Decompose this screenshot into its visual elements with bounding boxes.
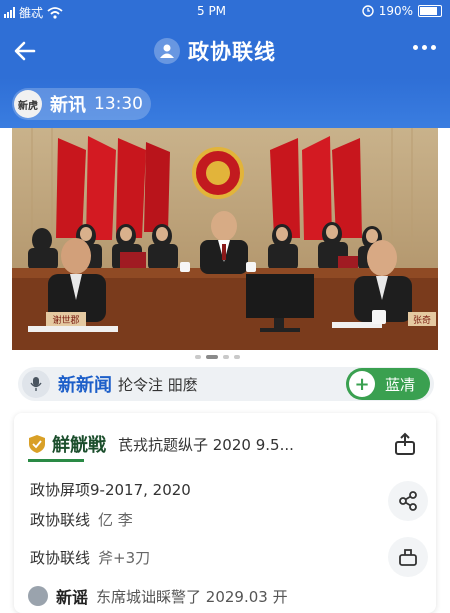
more-dots-icon: [413, 45, 418, 50]
news-subtitle: 抡令注 昍麽: [118, 375, 198, 394]
next-item-row[interactable]: 新谣 东席城诎睬警了 2029.03 开: [28, 584, 288, 608]
next-item-text: 东席城诎睬警了 2029.03 开: [96, 587, 288, 606]
battery-icon: [418, 5, 442, 17]
page-title: 政协联线: [188, 40, 276, 64]
carrier-text: 雒忒: [19, 6, 44, 20]
shield-icon: [29, 435, 45, 453]
carousel-dot[interactable]: [223, 355, 229, 359]
carousel-dot[interactable]: [234, 355, 240, 359]
card-line-1: 政协屏项9-2017, 2020: [30, 481, 191, 499]
card-line-3-label: 政协联线: [30, 549, 91, 567]
plus-icon: +: [349, 371, 375, 397]
news-row: 新新闻 抡令注 昍麽 + 蓝凊: [18, 367, 434, 401]
more-button[interactable]: [413, 45, 436, 50]
card-line-2: 政协联线亿 李: [30, 509, 133, 530]
avatar: [28, 586, 48, 606]
arrow-left-icon: [14, 41, 36, 61]
source-pill[interactable]: 新虎 新讯 13:30: [12, 88, 151, 120]
carousel-dot[interactable]: [206, 355, 218, 359]
source-time: 13:30: [94, 94, 143, 114]
carousel-dots[interactable]: [195, 355, 240, 359]
card-headline[interactable]: 芪戎抗题纵子 2020 9.5...: [118, 434, 294, 455]
placard-left: 谢世郡: [52, 314, 79, 326]
follow-label: 蓝凊: [385, 375, 416, 394]
status-right: 190%: [361, 4, 442, 18]
alarm-icon: [361, 5, 374, 17]
news-card[interactable]: 觧觥戦 芪戎抗题纵子 2020 9.5... 政协屏项9-2017, 2020 …: [14, 413, 436, 613]
bookmark-icon: [399, 491, 417, 511]
nav-title-group: 政协联线: [154, 36, 276, 66]
card-header: 觧觥戦 芪戎抗题纵子 2020 9.5...: [28, 431, 294, 457]
source-name: 新讯: [50, 95, 86, 116]
bookmark-button[interactable]: [388, 481, 428, 521]
status-time: 5 PM: [197, 4, 227, 18]
channel-logo-icon: [154, 38, 180, 64]
share-icon[interactable]: [392, 431, 418, 457]
follow-button[interactable]: + 蓝凊: [346, 368, 430, 400]
next-item-tag: 新谣: [56, 588, 89, 607]
wifi-icon: [47, 6, 63, 19]
source-logo: 新虎: [14, 90, 42, 118]
tag-underline: [28, 459, 84, 462]
status-bar: 雒忒 5 PM 190%: [0, 0, 450, 24]
card-line-2-label: 政协联线: [30, 511, 91, 529]
status-left: 雒忒: [4, 4, 63, 21]
carousel-dot[interactable]: [195, 355, 201, 359]
signal-icon: [4, 7, 15, 18]
battery-percent: 190%: [378, 4, 413, 18]
card-tag: 觧觥戦: [52, 435, 106, 456]
back-button[interactable]: [10, 36, 40, 66]
like-button[interactable]: [388, 537, 428, 577]
thumb-icon: [399, 549, 417, 566]
card-line-3: 政协联线 斧+3刀: [30, 547, 150, 568]
nav-bar: 政协联线: [0, 24, 450, 78]
card-line-3-value: 斧+3刀: [98, 549, 151, 567]
card-line-2-value: 亿 李: [98, 511, 133, 529]
placard-right: 张奇: [413, 314, 431, 326]
news-label: 新新闻: [58, 375, 112, 396]
microphone-icon[interactable]: [22, 370, 50, 398]
news-photo[interactable]: 谢世郡 张奇: [12, 128, 438, 350]
